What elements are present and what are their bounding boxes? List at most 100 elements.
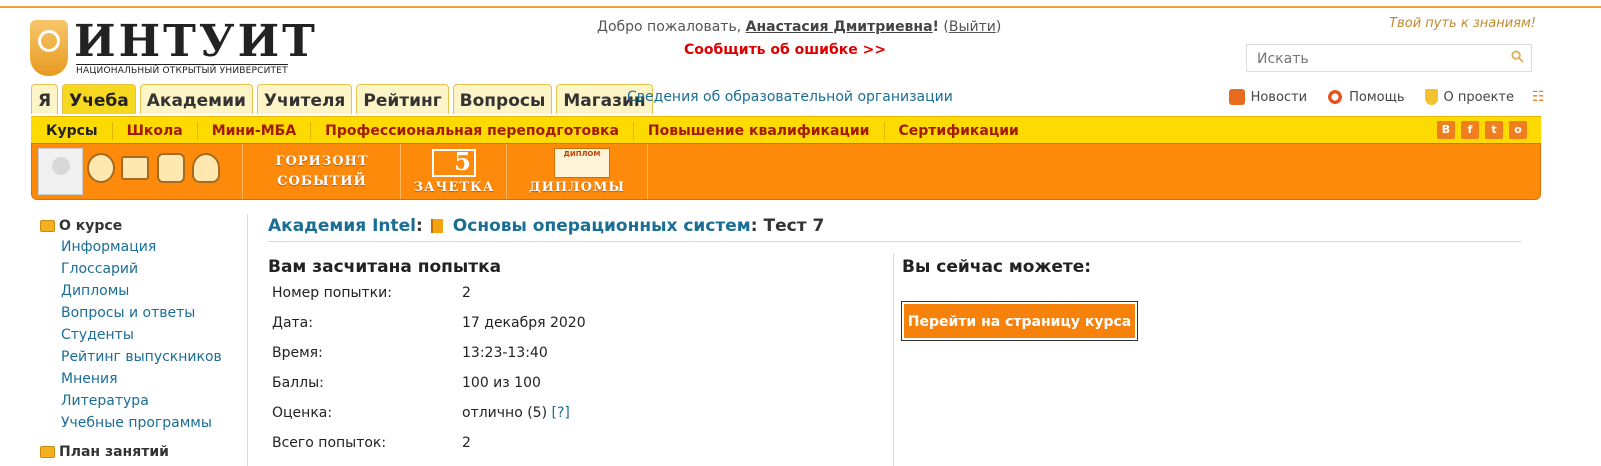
odnoklassniki-icon[interactable]: о — [1509, 121, 1527, 139]
detail-label: Баллы: — [272, 375, 324, 391]
column-divider — [893, 254, 894, 466]
sidebar-item-programs[interactable]: Учебные программы — [61, 412, 245, 434]
bell-icon[interactable] — [192, 153, 220, 183]
rss-icon — [1228, 89, 1245, 105]
main-tabs: Я Учеба Академии Учителя Рейтинг Вопросы… — [31, 84, 653, 114]
detail-value: 100 из 100 — [462, 375, 541, 391]
detail-row: Дата: 17 декабря 2020 — [272, 313, 586, 343]
attempt-details: Номер попытки: 2 Дата: 17 декабря 2020 Вре… — [272, 283, 586, 463]
submenu-qualification[interactable]: Повышение квалификации — [632, 121, 884, 140]
submenu-mini-mba[interactable]: Мини-МБА — [196, 121, 310, 140]
zachetka-button[interactable]: 5 ЗАЧЕТКА — [400, 144, 507, 199]
breadcrumb-course[interactable]: Основы операционных систем — [453, 216, 751, 236]
news-link[interactable]: Новости — [1251, 90, 1308, 105]
go-to-course-button[interactable]: Перейти на страницу курса — [901, 301, 1138, 341]
record-book-icon: 5 — [432, 147, 476, 177]
twitter-icon[interactable]: t — [1485, 121, 1503, 139]
sidebar-item-glossary[interactable]: Глоссарий — [61, 258, 245, 280]
sidebar-section-plan[interactable]: План занятий — [40, 442, 169, 462]
detail-value: 17 декабря 2020 — [462, 315, 586, 331]
tab-rating[interactable]: Рейтинг — [356, 84, 449, 114]
sidebar-item-qa[interactable]: Вопросы и ответы — [61, 302, 245, 324]
tab-academies[interactable]: Академии — [139, 84, 253, 114]
submenu-courses[interactable]: Курсы — [31, 122, 112, 140]
horizon-line2: СОБЫТИЙ — [277, 174, 367, 189]
facebook-icon[interactable]: f — [1461, 121, 1479, 139]
about-icon — [1424, 89, 1438, 105]
tab-study[interactable]: Учеба — [62, 84, 136, 114]
detail-row: Баллы: 100 из 100 — [272, 373, 586, 403]
sidebar-item-info[interactable]: Информация — [61, 236, 245, 258]
search-box — [1246, 44, 1532, 72]
detail-value: 2 — [462, 285, 471, 301]
detail-value: 13:23-13:40 — [462, 345, 548, 361]
tab-questions[interactable]: Вопросы — [452, 84, 553, 114]
detail-row: Оценка: отлично (5) [?] — [272, 403, 586, 433]
avatar[interactable] — [38, 148, 83, 195]
alarm-clock-icon[interactable] — [87, 153, 115, 183]
diploma-icon: ДИПЛОМ — [554, 148, 610, 178]
sidebar-item-opinions[interactable]: Мнения — [61, 368, 245, 390]
sidebar-item-diplomas[interactable]: Дипломы — [61, 280, 245, 302]
user-name-link[interactable]: Анастасия Дмитриевна — [746, 19, 933, 35]
submenu-school[interactable]: Школа — [111, 121, 197, 140]
folder-icon — [40, 220, 55, 232]
intuit-logo[interactable]: ИНТУИТ НАЦИОНАЛЬНЫЙ ОТКРЫТЫЙ УНИВЕРСИТЕТ — [30, 20, 315, 82]
detail-label: Всего попыток: — [272, 435, 387, 451]
detail-label: Дата: — [272, 315, 313, 331]
folder-icon — [40, 446, 55, 458]
diplomas-button[interactable]: ДИПЛОМ ДИПЛОМЫ — [506, 144, 648, 199]
logout-link[interactable]: Выйти — [949, 19, 996, 35]
logo-emblem-icon — [30, 20, 68, 76]
events-horizon-button[interactable]: ГОРИЗОНТ СОБЫТИЙ — [242, 144, 401, 199]
book-icon — [430, 219, 443, 233]
detail-row: Время: 13:23-13:40 — [272, 343, 586, 373]
horizon-line1: ГОРИЗОНТ — [275, 154, 369, 169]
sidebar-item-literature[interactable]: Литература — [61, 390, 245, 412]
grade-hint-link[interactable]: [?] — [552, 403, 570, 433]
detail-label: Оценка: — [272, 405, 333, 421]
top-links: Новости Помощь О проекте ☷ — [1228, 89, 1546, 105]
org-info-link[interactable]: Сведения об образовательной организации — [627, 89, 953, 105]
logo-text: ИНТУИТ — [74, 16, 318, 67]
diploma-badge: ДИПЛОМ — [563, 150, 601, 158]
divider — [268, 241, 1521, 242]
zachetka-number: 5 — [454, 147, 471, 176]
report-error-link[interactable]: Сообщить об ошибке >> — [684, 42, 886, 58]
help-link[interactable]: Помощь — [1349, 90, 1404, 105]
sidebar-section-about[interactable]: О курсе — [40, 216, 245, 236]
slogan: Твой путь к знаниям! — [1389, 16, 1536, 31]
about-link[interactable]: О проекте — [1444, 90, 1515, 105]
sidebar-item-graduates-rating[interactable]: Рейтинг выпускников — [61, 346, 245, 368]
tab-me[interactable]: Я — [31, 84, 59, 114]
actions-title: Вы сейчас можете: — [902, 257, 1092, 277]
detail-label: Время: — [272, 345, 323, 361]
welcome-prefix: Добро пожаловать, — [597, 19, 742, 35]
people-icon[interactable] — [157, 153, 185, 183]
search-input[interactable] — [1255, 46, 1499, 72]
submenu-certifications[interactable]: Сертификации — [883, 121, 1033, 140]
user-suffix: ! — [932, 19, 939, 35]
envelope-icon[interactable] — [121, 156, 149, 180]
detail-value: отлично (5) — [462, 405, 548, 421]
submenu-bar: Курсы Школа Мини-МБА Профессиональная пе… — [31, 116, 1541, 144]
diplomas-label: ДИПЛОМЫ — [529, 180, 625, 195]
lifebuoy-icon — [1327, 89, 1344, 105]
breadcrumb-academy[interactable]: Академия Intel — [268, 216, 416, 236]
submenu-retraining[interactable]: Профессиональная переподготовка — [310, 121, 633, 140]
tab-teachers[interactable]: Учителя — [256, 84, 353, 114]
social-links: В f t о — [1437, 121, 1527, 139]
detail-row: Всего попыток: 2 — [272, 433, 586, 463]
sidebar-item-students[interactable]: Студенты — [61, 324, 245, 346]
sidebar-divider — [247, 214, 248, 466]
welcome-text: Добро пожаловать, Анастасия Дмитриевна! … — [597, 19, 1002, 35]
quick-panel: ГОРИЗОНТ СОБЫТИЙ 5 ЗАЧЕТКА ДИПЛОМ ДИПЛОМ… — [31, 143, 1541, 200]
detail-value: 2 — [462, 435, 471, 451]
vk-icon[interactable]: В — [1437, 121, 1455, 139]
sitemap-icon[interactable]: ☷ — [1532, 89, 1546, 105]
top-border — [0, 0, 1601, 8]
search-icon[interactable] — [1511, 50, 1524, 63]
attempt-title: Вам засчитана попытка — [268, 257, 502, 277]
sidebar-section-label: План занятий — [59, 444, 169, 460]
sidebar-section-label: О курсе — [59, 218, 123, 234]
